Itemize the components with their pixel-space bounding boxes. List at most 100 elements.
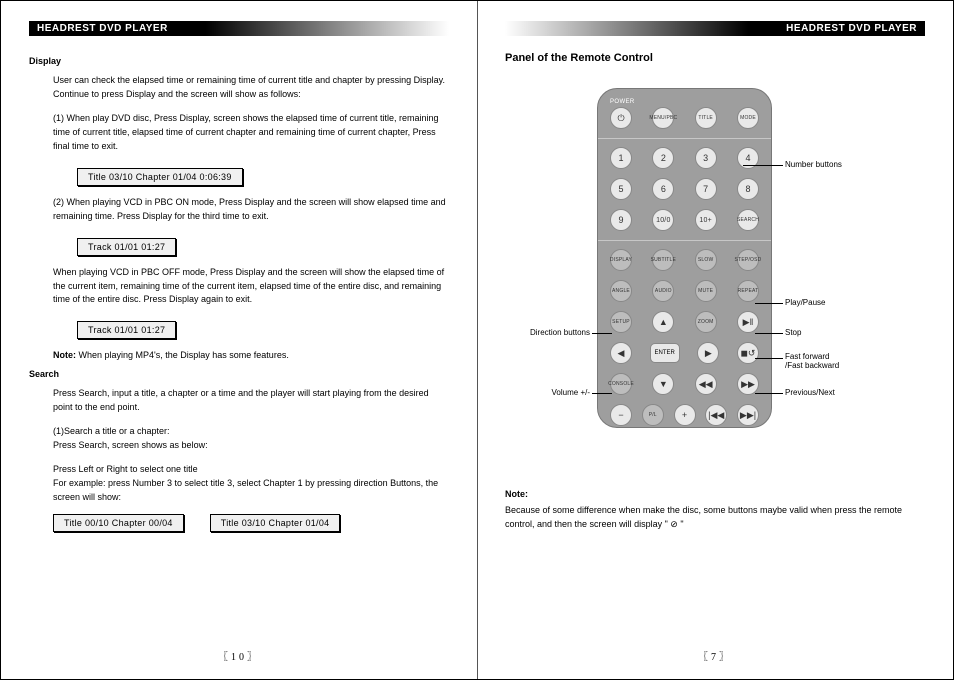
search-p3b: For example: press Number 3 to select ti… [53,477,449,505]
callout-direction-text: Direction buttons [530,328,590,337]
divider-2 [598,240,771,241]
audio-button: AUDIO [652,280,674,302]
header-bar-right: HEADREST DVD PLAYER [505,21,925,36]
search-box-b: Title 03/10 Chapter 01/04 [210,514,341,532]
num-8: 8 [737,178,759,200]
search-button: SEARCH [737,209,759,231]
right-content: Panel of the Remote Control POWER ⏻ MENU… [505,36,925,648]
callout-play: Play/Pause [785,298,825,307]
page-number-right: 〖7〗 [505,648,925,667]
page-spine [477,1,478,679]
note-label: Note: [53,350,76,360]
page-number-left: 〖10〗 [29,648,449,667]
header-bar-left: HEADREST DVD PLAYER [29,21,449,36]
callout-prev: Previous/Next [785,388,835,397]
nav-row-4: − P/L + |◀◀ ▶▶| [610,404,759,426]
search-p2a: (1)Search a title or a chapter: [53,425,449,439]
callout-stop: Stop [785,328,801,337]
panel-title: Panel of the Remote Control [505,52,925,64]
repeat-button: REPEAT [737,280,759,302]
step-button: STEP/OSD [737,249,759,271]
setup-button: SETUP [610,311,632,333]
power-label: POWER [610,99,759,105]
remote-row-top: ⏻ MENU/PBC TITLE MODE [610,107,759,129]
display-box-1: Title 03/10 Chapter 01/04 0:06:39 [77,168,243,186]
left-content: Display User can check the elapsed time … [29,36,449,648]
callout-prev-text: Previous/Next [785,388,835,397]
vol-plus-icon: + [674,404,696,426]
right-page: HEADREST DVD PLAYER Panel of the Remote … [477,1,953,679]
func-row-1: DISPLAY SUBTITLE SLOW STEP/OSD [610,249,759,271]
right-note: Note: Because of some difference when ma… [505,488,925,532]
display-p3: (2) When playing VCD in PBC ON mode, Pre… [53,196,449,224]
search-p1: Press Search, input a title, a chapter o… [53,387,449,415]
arrow-left-icon: ◀ [610,342,632,364]
num-row-2: 5 6 7 8 [610,178,759,200]
num-5: 5 [610,178,632,200]
num-10-0: 10/0 [652,209,674,231]
search-p2b: Press Search, screen shows as below: [53,439,449,453]
callout-direction: Direction buttons [505,328,590,337]
mode-button: MODE [737,107,759,129]
display-p1: User can check the elapsed time or remai… [53,74,449,102]
nav-row-3: CONSOLE ▼ ◀◀ ▶▶ [610,373,759,395]
num-10-plus: 10+ [695,209,717,231]
callout-ff-text: Fast forward /Fast backward [785,352,839,370]
note-text: When playing MP4's, the Display has some… [76,350,289,360]
callout-stop-text: Stop [785,328,801,337]
next-icon: ▶▶| [737,404,759,426]
num-row-3: 9 10/0 10+ SEARCH [610,209,759,231]
enter-button: ENTER [650,343,680,363]
menu-button: MENU/PBC [652,107,674,129]
arrow-up-icon: ▲ [652,311,674,333]
title-button: TITLE [695,107,717,129]
callout-volume: Volume +/- [505,388,590,397]
pl-button: P/L [642,404,664,426]
num-1: 1 [610,147,632,169]
power-button: ⏻ [610,107,632,129]
remote-body: POWER ⏻ MENU/PBC TITLE MODE 1 2 3 4 5 6 [597,88,772,428]
display-box-2: Track 01/01 01:27 [77,238,176,256]
divider [598,138,771,139]
func-row-2: ANGLE AUDIO MUTE REPEAT [610,280,759,302]
left-page: HEADREST DVD PLAYER Display User can che… [1,1,477,679]
vol-minus-icon: − [610,404,632,426]
callout-numbers: Number buttons [785,160,842,169]
previous-icon: |◀◀ [705,404,727,426]
zoom-button: ZOOM [695,311,717,333]
remote-diagram: POWER ⏻ MENU/PBC TITLE MODE 1 2 3 4 5 6 [505,88,925,468]
display-note: Note: When playing MP4's, the Display ha… [53,349,449,363]
angle-button: ANGLE [610,280,632,302]
arrow-right-icon: ▶ [697,342,719,364]
mute-button: MUTE [695,280,717,302]
num-2: 2 [652,147,674,169]
subtitle-button: SUBTITLE [652,249,674,271]
right-note-label: Note: [505,488,925,502]
num-row-1: 1 2 3 4 [610,147,759,169]
nav-row-2: ◀ ENTER ▶ ◼↺ [610,342,759,364]
display-button: DISPLAY [610,249,632,271]
play-pause-icon: ▶‖ [737,311,759,333]
stop-icon: ◼↺ [737,342,759,364]
callout-numbers-text: Number buttons [785,160,842,169]
display-p4: When playing VCD in PBC OFF mode, Press … [53,266,449,308]
console-button: CONSOLE [610,373,632,395]
power-icon: ⏻ [617,113,624,124]
callout-ff: Fast forward /Fast backward [785,353,839,371]
callout-volume-text: Volume +/- [552,388,590,397]
num-7: 7 [695,178,717,200]
num-6: 6 [652,178,674,200]
num-9: 9 [610,209,632,231]
fast-forward-icon: ▶▶ [737,373,759,395]
slow-button: SLOW [695,249,717,271]
num-3: 3 [695,147,717,169]
arrow-down-icon: ▼ [652,373,674,395]
search-p3a: Press Left or Right to select one title [53,463,449,477]
nav-row-1: SETUP ▲ ZOOM ▶‖ [610,311,759,333]
search-heading: Search [29,369,449,379]
search-box-a: Title 00/10 Chapter 00/04 [53,514,184,532]
search-boxes: Title 00/10 Chapter 00/04 Title 03/10 Ch… [53,514,449,532]
display-box-3: Track 01/01 01:27 [77,321,176,339]
rewind-icon: ◀◀ [695,373,717,395]
display-p2: (1) When play DVD disc, Press Display, s… [53,112,449,154]
